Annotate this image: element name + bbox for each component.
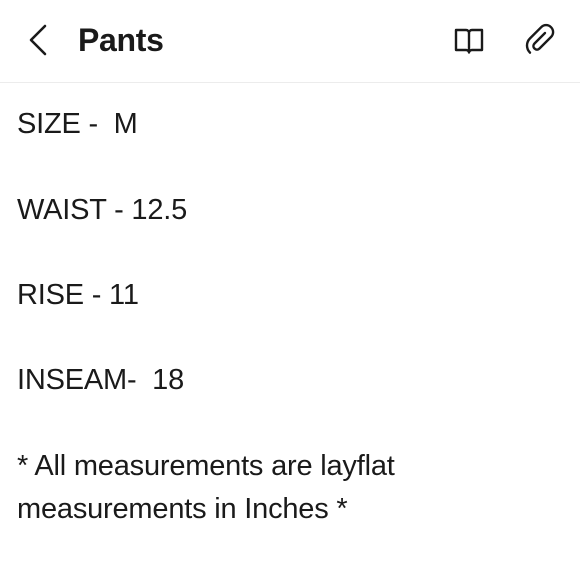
size-line: SIZE - M <box>17 108 138 140</box>
chevron-left-icon <box>29 24 47 56</box>
app-header: Pants <box>0 0 580 83</box>
open-book-icon <box>454 28 484 54</box>
inseam-line: INSEAM- 18 <box>17 364 185 396</box>
attach-button[interactable] <box>522 21 560 59</box>
back-button[interactable] <box>20 20 56 60</box>
page-title: Pants <box>78 22 164 58</box>
measurement-note: * All measurements are layflat measureme… <box>17 450 395 525</box>
reader-mode-button[interactable] <box>450 21 488 59</box>
waist-line: WAIST - 12.5 <box>17 194 188 226</box>
rise-line: RISE - 11 <box>17 279 139 311</box>
paperclip-icon <box>525 23 555 54</box>
